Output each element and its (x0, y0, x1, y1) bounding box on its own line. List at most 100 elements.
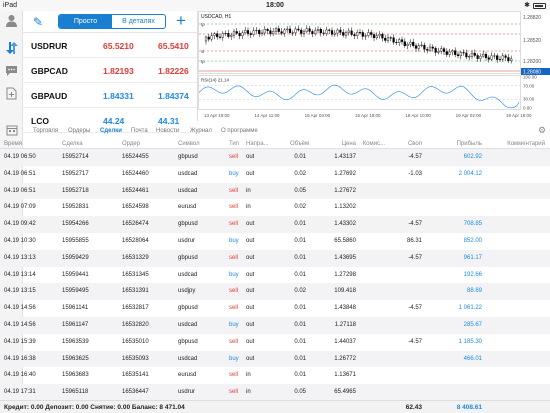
candle-body (314, 30, 317, 34)
table-cell: sell (229, 204, 239, 211)
table-cell: in (246, 204, 251, 211)
candle-body (280, 31, 283, 34)
tab-2[interactable]: Сделки (100, 128, 122, 134)
column-header[interactable]: Объём (290, 141, 309, 147)
table-cell: 16526474 (122, 221, 149, 228)
table-cell: eurusd (178, 372, 197, 379)
table-row[interactable]: 04.19 10:30 15955855 16528064 usdrur buy out 0… (0, 233, 550, 250)
tab-6[interactable]: О программе (221, 128, 258, 134)
candle-body (501, 55, 504, 60)
table-cell: usdrur (178, 237, 196, 244)
quote-row[interactable]: GBPAUD 1.84331 1.84374 (23, 83, 197, 108)
column-header[interactable]: Комис... (360, 141, 385, 147)
table-row[interactable]: 04.19 13:15 15959495 16531391 usdjpy sell out… (0, 283, 550, 301)
table-row[interactable]: 04.19 14:56 15961141 16532817 gbpusd sell out… (0, 300, 550, 317)
table-cell: 16524455 (122, 154, 149, 160)
table-cell: 04.19 09:42 (4, 221, 36, 228)
tab-1[interactable]: Ордеры (68, 128, 90, 134)
candle-body (325, 29, 328, 34)
table-row[interactable]: 04.19 06:51 15952718 16524461 usdcad sell in 0… (0, 182, 550, 200)
table-cell: sell (229, 389, 239, 396)
chat-icon[interactable] (4, 63, 19, 78)
candle-body (389, 37, 392, 39)
table-row[interactable]: 04.19 09:42 15954266 16526474 gbpusd sell out… (0, 216, 550, 233)
table-cell: 0.05 (294, 389, 306, 396)
table-cell: 109.418 (334, 288, 356, 295)
quote-row[interactable]: USDRUR 65.5210 65.5410 (23, 33, 197, 58)
quote-bid: 1.84331 (103, 91, 134, 101)
table-row[interactable]: 04.19 06:51 15952717 16524460 usdcad buy out 0… (0, 166, 550, 183)
candle-body (291, 32, 294, 34)
candle-body (493, 55, 496, 57)
candle-body (372, 34, 376, 39)
table-row[interactable]: 04.19 07:09 15952831 16524598 eurusd sell in 0… (0, 199, 550, 216)
table-cell: out (246, 154, 255, 160)
table-cell: buy (229, 271, 239, 278)
candle-body (322, 32, 325, 34)
candle-body (227, 33, 230, 37)
price-chart[interactable]: 1.28820 1.28520 1.28200 1.28080 tp sl tp USDCAD… (197, 11, 550, 121)
trade-arrows-icon[interactable] (4, 40, 19, 55)
edit-icon[interactable]: ✎ (33, 15, 43, 29)
column-header[interactable]: Прибыль (440, 141, 482, 147)
table-cell: 16531391 (122, 288, 149, 295)
candle-body (437, 51, 440, 53)
table-row[interactable]: 04.19 17:31 15965118 16536447 usdrur sell in 0… (0, 384, 550, 401)
column-header[interactable]: Ордер (122, 141, 167, 147)
table-row[interactable]: 04.19 14:56 15961147 16532820 usdcad buy out 0… (0, 316, 550, 334)
candle-body (241, 32, 244, 37)
table-row[interactable]: 04.19 15:39 15963539 16535010 gbpusd sell out… (0, 334, 550, 351)
add-symbol-icon[interactable]: + (176, 11, 186, 31)
column-header[interactable]: Комментарий (500, 141, 545, 147)
tab-4[interactable]: Новости (156, 128, 179, 134)
table-row[interactable]: 04.19 16:38 15963625 16535093 usdcad buy out 0… (0, 350, 550, 368)
table-cell: 15952714 (62, 154, 89, 160)
settings-layout-icon[interactable]: ⚙ (538, 125, 546, 136)
calendar-icon[interactable] (4, 122, 19, 137)
table-cell: usdcad (178, 170, 198, 177)
status-icons: ✱ (524, 0, 546, 11)
bluetooth-icon: ✱ (524, 2, 530, 9)
candle-body (434, 48, 437, 53)
table-cell: 1 061.22 (458, 305, 482, 312)
table-cell: out (246, 254, 255, 261)
table-row[interactable]: 04.19 13:13 15959429 16531329 gbpusd sell out… (0, 249, 550, 267)
tab-3[interactable]: Почта (131, 128, 148, 134)
table-row[interactable]: 04.19 13:14 15959441 16531345 usdcad buy out 0… (0, 267, 550, 284)
tab-0[interactable]: Торговля (33, 128, 58, 134)
mode-simple-button[interactable]: Просто (59, 15, 112, 28)
candle-body (482, 53, 485, 57)
column-header[interactable]: Символ (178, 141, 218, 147)
table-cell: 1.13671 (334, 372, 356, 379)
table-row[interactable]: 04.19 16:40 15963683 16535141 eurusd sell in 0… (0, 367, 550, 384)
table-cell: 1.43302 (334, 221, 356, 228)
column-header[interactable]: Сделка (62, 141, 107, 147)
column-header[interactable]: Цена (318, 141, 356, 147)
rsi-axis-label: 100.00 (523, 75, 537, 80)
view-mode-toggle[interactable]: Просто В деталях (58, 14, 166, 29)
table-cell: usdcad (178, 355, 198, 362)
candle-body (398, 39, 401, 43)
quote-row[interactable]: GBPCAD 1.82193 1.82226 (23, 58, 197, 83)
column-header[interactable]: Тип (229, 141, 243, 147)
column-header[interactable]: Время (4, 141, 59, 147)
table-row[interactable]: 04.19 06:50 15952714 16524455 gbpusd sell out… (0, 149, 550, 166)
table-cell: 16532820 (122, 321, 149, 328)
table-cell: 15955855 (62, 237, 89, 244)
tab-5[interactable]: Журнал (190, 128, 212, 134)
column-header[interactable]: Своп (400, 141, 422, 147)
candle-body (216, 33, 219, 38)
new-document-icon[interactable] (4, 86, 19, 101)
candle-body (462, 52, 465, 54)
table-cell: 04.19 16:40 (4, 372, 36, 379)
table-cell: buy (229, 355, 239, 362)
candle-body (423, 44, 426, 50)
table-cell: 16536447 (122, 389, 149, 396)
candle-body (378, 33, 381, 36)
column-header[interactable]: Напра... (246, 141, 276, 147)
mode-detailed-button[interactable]: В деталях (112, 15, 165, 28)
table-cell: 15954266 (62, 221, 89, 228)
candle-body (465, 52, 468, 58)
account-icon[interactable] (4, 13, 19, 28)
quote-ask: 1.84374 (158, 91, 189, 101)
